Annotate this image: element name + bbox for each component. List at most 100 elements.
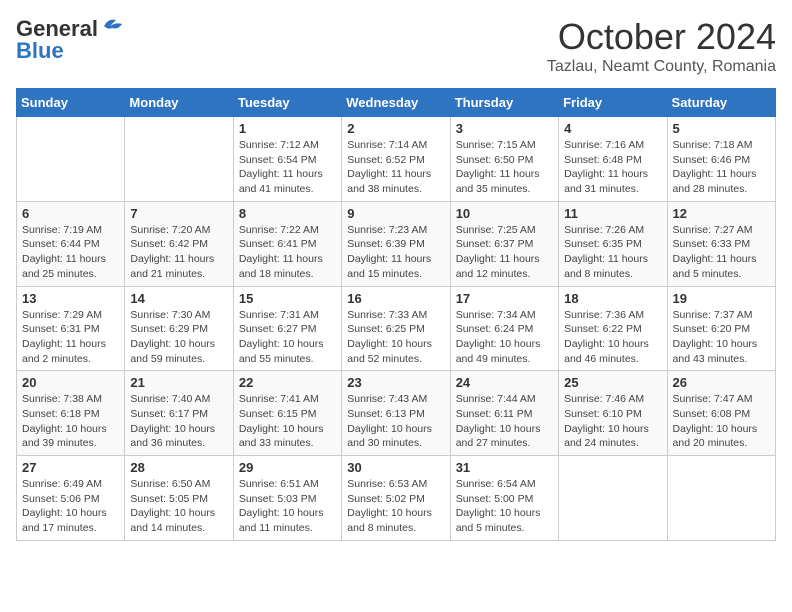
day-info: Sunrise: 7:30 AM Sunset: 6:29 PM Dayligh…	[130, 308, 227, 367]
calendar-cell: 27 Sunrise: 6:49 AM Sunset: 5:06 PM Dayli…	[17, 456, 125, 541]
calendar-cell: 1 Sunrise: 7:12 AM Sunset: 6:54 PM Daylig…	[233, 117, 341, 202]
day-info: Sunrise: 7:20 AM Sunset: 6:42 PM Dayligh…	[130, 223, 227, 282]
calendar-cell: 28Sunrise: 6:50 AM Sunset: 5:05 PM Dayli…	[125, 456, 233, 541]
calendar-cell: 13 Sunrise: 7:29 AM Sunset: 6:31 PM Dayli…	[17, 286, 125, 371]
calendar-cell	[667, 456, 775, 541]
day-info: Sunrise: 7:46 AM Sunset: 6:10 PM Dayligh…	[564, 392, 661, 451]
day-number: 1	[239, 121, 336, 136]
day-info: Sunrise: 6:50 AM Sunset: 5:05 PM Dayligh…	[130, 477, 227, 536]
calendar-cell: 12 Sunrise: 7:27 AM Sunset: 6:33 PM Dayli…	[667, 201, 775, 286]
column-header-monday: Monday	[125, 89, 233, 117]
day-info: Sunrise: 7:16 AM Sunset: 6:48 PM Dayligh…	[564, 138, 661, 197]
day-info: Sunrise: 7:33 AM Sunset: 6:25 PM Dayligh…	[347, 308, 444, 367]
day-number: 20	[22, 375, 119, 390]
day-info: Sunrise: 7:44 AM Sunset: 6:11 PM Dayligh…	[456, 392, 553, 451]
day-number: 22	[239, 375, 336, 390]
month-title: October 2024	[547, 16, 776, 58]
day-number: 12	[673, 206, 770, 221]
calendar-cell: 9 Sunrise: 7:23 AM Sunset: 6:39 PM Daylig…	[342, 201, 450, 286]
day-number: 13	[22, 291, 119, 306]
calendar-cell: 25 Sunrise: 7:46 AM Sunset: 6:10 PM Dayli…	[559, 371, 667, 456]
day-number: 6	[22, 206, 119, 221]
calendar-cell: 7 Sunrise: 7:20 AM Sunset: 6:42 PM Daylig…	[125, 201, 233, 286]
calendar-cell: 19Sunrise: 7:37 AM Sunset: 6:20 PM Dayli…	[667, 286, 775, 371]
calendar-cell: 6 Sunrise: 7:19 AM Sunset: 6:44 PM Daylig…	[17, 201, 125, 286]
day-number: 16	[347, 291, 444, 306]
calendar-week-row: 13 Sunrise: 7:29 AM Sunset: 6:31 PM Dayli…	[17, 286, 776, 371]
day-number: 3	[456, 121, 553, 136]
calendar-cell: 11 Sunrise: 7:26 AM Sunset: 6:35 PM Dayli…	[559, 201, 667, 286]
calendar-week-row: 20 Sunrise: 7:38 AM Sunset: 6:18 PM Dayli…	[17, 371, 776, 456]
calendar-cell: 21 Sunrise: 7:40 AM Sunset: 6:17 PM Dayli…	[125, 371, 233, 456]
calendar-cell: 15Sunrise: 7:31 AM Sunset: 6:27 PM Dayli…	[233, 286, 341, 371]
day-number: 21	[130, 375, 227, 390]
calendar-cell: 29Sunrise: 6:51 AM Sunset: 5:03 PM Dayli…	[233, 456, 341, 541]
page-header: General Blue October 2024 Tazlau, Neamt …	[16, 16, 776, 76]
calendar-cell: 16 Sunrise: 7:33 AM Sunset: 6:25 PM Dayli…	[342, 286, 450, 371]
day-info: Sunrise: 7:34 AM Sunset: 6:24 PM Dayligh…	[456, 308, 553, 367]
day-number: 23	[347, 375, 444, 390]
day-number: 29	[239, 460, 336, 475]
calendar-cell: 30Sunrise: 6:53 AM Sunset: 5:02 PM Dayli…	[342, 456, 450, 541]
column-header-thursday: Thursday	[450, 89, 558, 117]
day-info: Sunrise: 7:23 AM Sunset: 6:39 PM Dayligh…	[347, 223, 444, 282]
day-info: Sunrise: 7:43 AM Sunset: 6:13 PM Dayligh…	[347, 392, 444, 451]
day-number: 30	[347, 460, 444, 475]
title-section: October 2024 Tazlau, Neamt County, Roman…	[547, 16, 776, 76]
calendar-cell	[559, 456, 667, 541]
day-info: Sunrise: 7:14 AM Sunset: 6:52 PM Dayligh…	[347, 138, 444, 197]
calendar-cell: 22 Sunrise: 7:41 AM Sunset: 6:15 PM Dayli…	[233, 371, 341, 456]
day-number: 10	[456, 206, 553, 221]
calendar-cell: 24Sunrise: 7:44 AM Sunset: 6:11 PM Dayli…	[450, 371, 558, 456]
calendar-cell: 3 Sunrise: 7:15 AM Sunset: 6:50 PM Daylig…	[450, 117, 558, 202]
day-number: 14	[130, 291, 227, 306]
day-info: Sunrise: 7:40 AM Sunset: 6:17 PM Dayligh…	[130, 392, 227, 451]
column-header-tuesday: Tuesday	[233, 89, 341, 117]
calendar-cell: 31Sunrise: 6:54 AM Sunset: 5:00 PM Dayli…	[450, 456, 558, 541]
calendar-cell	[17, 117, 125, 202]
day-number: 2	[347, 121, 444, 136]
day-info: Sunrise: 6:49 AM Sunset: 5:06 PM Dayligh…	[22, 477, 119, 536]
column-header-friday: Friday	[559, 89, 667, 117]
logo-bird-icon	[102, 16, 124, 34]
day-info: Sunrise: 7:26 AM Sunset: 6:35 PM Dayligh…	[564, 223, 661, 282]
calendar-cell: 4 Sunrise: 7:16 AM Sunset: 6:48 PM Daylig…	[559, 117, 667, 202]
calendar-cell: 10 Sunrise: 7:25 AM Sunset: 6:37 PM Dayli…	[450, 201, 558, 286]
day-number: 11	[564, 206, 661, 221]
logo-blue: Blue	[16, 38, 64, 64]
day-number: 15	[239, 291, 336, 306]
day-info: Sunrise: 7:41 AM Sunset: 6:15 PM Dayligh…	[239, 392, 336, 451]
calendar-cell: 18 Sunrise: 7:36 AM Sunset: 6:22 PM Dayli…	[559, 286, 667, 371]
day-info: Sunrise: 7:36 AM Sunset: 6:22 PM Dayligh…	[564, 308, 661, 367]
calendar-cell: 23 Sunrise: 7:43 AM Sunset: 6:13 PM Dayli…	[342, 371, 450, 456]
day-info: Sunrise: 7:19 AM Sunset: 6:44 PM Dayligh…	[22, 223, 119, 282]
day-info: Sunrise: 7:22 AM Sunset: 6:41 PM Dayligh…	[239, 223, 336, 282]
day-number: 4	[564, 121, 661, 136]
calendar-week-row: 1 Sunrise: 7:12 AM Sunset: 6:54 PM Daylig…	[17, 117, 776, 202]
day-number: 7	[130, 206, 227, 221]
calendar-cell: 26Sunrise: 7:47 AM Sunset: 6:08 PM Dayli…	[667, 371, 775, 456]
day-info: Sunrise: 7:15 AM Sunset: 6:50 PM Dayligh…	[456, 138, 553, 197]
day-number: 25	[564, 375, 661, 390]
column-header-saturday: Saturday	[667, 89, 775, 117]
calendar-cell: 8Sunrise: 7:22 AM Sunset: 6:41 PM Daylig…	[233, 201, 341, 286]
day-info: Sunrise: 6:54 AM Sunset: 5:00 PM Dayligh…	[456, 477, 553, 536]
column-header-wednesday: Wednesday	[342, 89, 450, 117]
day-info: Sunrise: 7:12 AM Sunset: 6:54 PM Dayligh…	[239, 138, 336, 197]
day-info: Sunrise: 7:47 AM Sunset: 6:08 PM Dayligh…	[673, 392, 770, 451]
calendar-cell: 5Sunrise: 7:18 AM Sunset: 6:46 PM Daylig…	[667, 117, 775, 202]
day-info: Sunrise: 7:38 AM Sunset: 6:18 PM Dayligh…	[22, 392, 119, 451]
day-number: 19	[673, 291, 770, 306]
calendar-header-row: SundayMondayTuesdayWednesdayThursdayFrid…	[17, 89, 776, 117]
day-number: 27	[22, 460, 119, 475]
day-number: 9	[347, 206, 444, 221]
day-info: Sunrise: 7:27 AM Sunset: 6:33 PM Dayligh…	[673, 223, 770, 282]
calendar-cell	[125, 117, 233, 202]
day-info: Sunrise: 7:25 AM Sunset: 6:37 PM Dayligh…	[456, 223, 553, 282]
day-info: Sunrise: 7:29 AM Sunset: 6:31 PM Dayligh…	[22, 308, 119, 367]
calendar-cell: 17Sunrise: 7:34 AM Sunset: 6:24 PM Dayli…	[450, 286, 558, 371]
day-number: 18	[564, 291, 661, 306]
calendar-table: SundayMondayTuesdayWednesdayThursdayFrid…	[16, 88, 776, 541]
day-info: Sunrise: 7:18 AM Sunset: 6:46 PM Dayligh…	[673, 138, 770, 197]
calendar-cell: 14 Sunrise: 7:30 AM Sunset: 6:29 PM Dayli…	[125, 286, 233, 371]
